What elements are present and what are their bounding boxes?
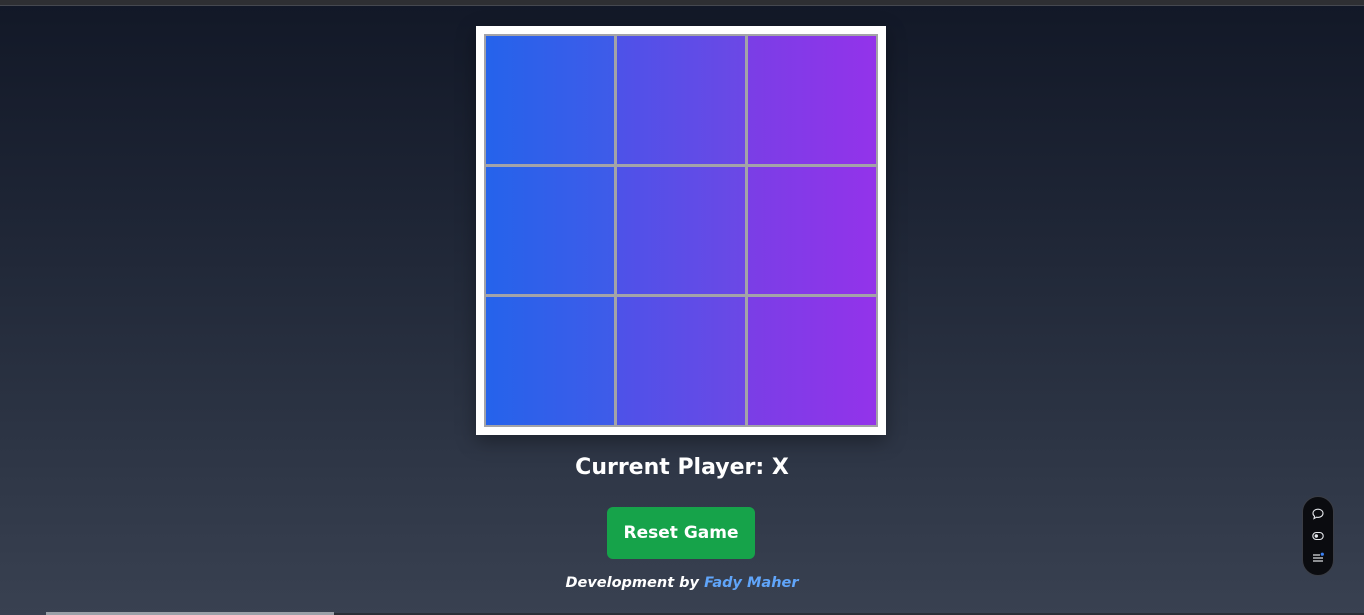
board-cell-0-0[interactable]: [486, 36, 614, 164]
chat-bubble-icon[interactable]: [1308, 504, 1328, 524]
developer-credit: Development by Fady Maher: [0, 573, 1364, 593]
board-cell-2-0[interactable]: [486, 297, 614, 425]
list-settings-icon[interactable]: [1308, 548, 1328, 568]
board-cell-0-1[interactable]: [617, 36, 745, 164]
board-cell-2-2[interactable]: [748, 297, 876, 425]
toggle-icon[interactable]: [1308, 526, 1328, 546]
board-cell-1-0[interactable]: [486, 166, 614, 295]
board-cell-2-1[interactable]: [617, 297, 745, 425]
floating-toolbar: [1302, 496, 1334, 576]
reset-game-button[interactable]: Reset Game: [607, 507, 755, 559]
credit-prefix: Development by: [565, 575, 700, 591]
author-link[interactable]: Fady Maher: [704, 575, 798, 591]
board-cell-1-2[interactable]: [748, 166, 876, 295]
game-board-frame: [476, 26, 886, 435]
board-cell-0-2[interactable]: [748, 36, 876, 164]
game-board: [484, 34, 878, 427]
current-player-status: Current Player: X: [575, 455, 789, 480]
browser-top-bar: [0, 0, 1364, 6]
board-cell-1-1[interactable]: [617, 166, 745, 295]
